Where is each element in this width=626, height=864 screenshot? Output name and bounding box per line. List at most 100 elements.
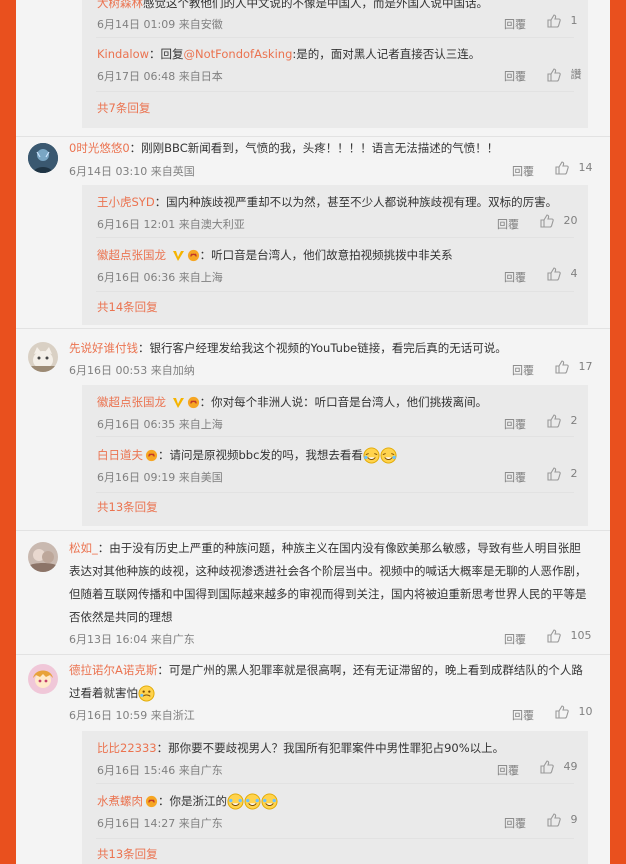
comment-time: 6月16日 10:59 来自浙江 — [69, 709, 195, 722]
like-count: 49 — [563, 760, 578, 773]
reply-text: ：那你要不要歧视男人？我国所有犯罪案件中男性罪犯占90%以上。 — [156, 741, 505, 755]
verified-v-icon — [172, 398, 184, 408]
reply-button[interactable]: 回覆 — [512, 163, 534, 179]
reply-user[interactable]: 比比22333 — [97, 741, 157, 755]
reply-box: 王小虎SYD：国内种族歧视严重却不以为然，甚至不少人都说种族歧视有理。双标的厉害… — [82, 185, 588, 325]
fan-badge-icon — [145, 449, 158, 462]
like-count: 105 — [570, 629, 592, 642]
like-count: 2 — [570, 467, 578, 480]
verified-v-icon — [172, 251, 184, 261]
reply-button[interactable]: 回覆 — [504, 469, 526, 485]
comment-user[interactable]: 0时光悠悠0 — [69, 141, 130, 155]
like-count: 14 — [578, 161, 593, 174]
thumb-up-icon — [547, 267, 561, 281]
reply-button[interactable]: 回覆 — [497, 216, 519, 232]
comment-user[interactable]: 松如_ — [69, 541, 98, 555]
reply-button[interactable]: 回覆 — [504, 416, 526, 432]
reply-button[interactable]: 回覆 — [504, 16, 526, 32]
thumb-up-icon — [540, 760, 554, 774]
like-button[interactable]: 105 — [547, 629, 592, 643]
like-button[interactable]: 2 — [547, 467, 578, 481]
comment-panel: 大树森林感觉这个教他们的人中文说的不像是中国人，而是外国人说中国话。 6月14日… — [16, 0, 610, 864]
reply-time: 6月14日 01:09 来自安徽 — [97, 18, 223, 31]
reply-user[interactable]: Kindalow — [97, 47, 149, 61]
avatar[interactable] — [28, 664, 58, 694]
reply-user[interactable]: 徽超点张国龙 — [97, 248, 166, 262]
reply-user[interactable]: 王小虎SYD — [97, 195, 155, 209]
avatar[interactable] — [28, 143, 58, 173]
reply-box: 比比22333：那你要不要歧视男人？我国所有犯罪案件中男性罪犯占90%以上。 6… — [82, 731, 588, 864]
comment-time: 6月13日 16:04 来自广东 — [69, 633, 195, 646]
reply-text: ：国内种族歧视严重却不以为然，甚至不少人都说种族歧视有理。双标的厉害。 — [154, 195, 558, 209]
comment-user[interactable]: 德拉诺尔A诺克斯 — [69, 663, 157, 677]
cry-laugh-emoji — [363, 447, 380, 464]
more-replies-link[interactable]: 共14条回复 — [97, 299, 158, 315]
more-replies-link[interactable]: 共13条回复 — [97, 499, 158, 515]
like-button[interactable]: 9 — [547, 813, 578, 827]
reply-box: 徽超点张国龙 ：你对每个非洲人说：听口音是台湾人，他们挑拨离间。 6月16日 0… — [82, 385, 588, 526]
reply-button[interactable]: 回覆 — [504, 269, 526, 285]
reply-time: 6月16日 06:36 来自上海 — [97, 271, 223, 284]
reply-text: :是的，面对黑人记者直接否认三连。 — [292, 47, 481, 61]
reply-text: ：你是浙江的 — [158, 794, 227, 808]
reply-button[interactable]: 回覆 — [504, 631, 526, 647]
reply-time: 6月16日 06:35 来自上海 — [97, 418, 223, 431]
reply-user[interactable]: 水煮螺肉 — [97, 794, 143, 808]
like-count: 4 — [570, 267, 578, 280]
like-button[interactable]: 1 — [547, 14, 578, 28]
reply-user[interactable]: 白日道夫 — [97, 448, 143, 462]
mention-link[interactable]: @NotFondofAsking — [184, 47, 293, 61]
like-count: 10 — [578, 705, 593, 718]
comment-text: ：刚刚BBC新闻看到，气愤的我，头疼！！！！语言无法描述的气愤！！ — [129, 141, 499, 155]
like-count: 20 — [563, 214, 578, 227]
thumb-up-icon — [547, 14, 561, 28]
reply-user[interactable]: 大树森林 — [97, 0, 143, 10]
comment-user[interactable]: 先说好谁付钱 — [69, 341, 138, 355]
avatar[interactable] — [28, 542, 58, 572]
reply-button[interactable]: 回覆 — [504, 68, 526, 84]
reply-button[interactable]: 回覆 — [497, 762, 519, 778]
avatar[interactable] — [28, 342, 58, 372]
reply-user[interactable]: 徽超点张国龙 — [97, 395, 166, 409]
comment-time: 6月16日 00:53 来自加纳 — [69, 364, 195, 377]
cry-laugh-emoji — [244, 793, 261, 810]
reply-text: ：请问是原视频bbc发的吗，我想去看看 — [158, 448, 363, 462]
thumb-up-icon — [555, 360, 569, 374]
like-count: 9 — [570, 813, 578, 826]
like-button[interactable]: 20 — [540, 214, 578, 228]
cry-laugh-emoji — [261, 793, 278, 810]
reply-button[interactable]: 回覆 — [512, 362, 534, 378]
like-button[interactable]: 2 — [547, 414, 578, 428]
like-count: 17 — [578, 360, 593, 373]
like-button[interactable]: 49 — [540, 760, 578, 774]
fan-badge-icon — [187, 396, 199, 409]
thumb-up-icon — [547, 467, 561, 481]
fan-badge-icon — [187, 249, 199, 262]
reply-time: 6月16日 14:27 来自广东 — [97, 817, 223, 830]
reply-time: 6月16日 09:19 来自美国 — [97, 471, 223, 484]
like-count: 2 — [570, 414, 578, 427]
cry-laugh-emoji — [227, 793, 244, 810]
reply-text: ：听口音是台湾人，他们故意拍视频挑拨中非关系 — [199, 248, 453, 262]
reply-button[interactable]: 回覆 — [504, 815, 526, 831]
like-button[interactable]: 4 — [547, 267, 578, 281]
reply-button[interactable]: 回覆 — [512, 707, 534, 723]
like-count: 讚 — [570, 68, 582, 81]
like-button[interactable]: 讚 — [547, 66, 582, 82]
thumb-up-icon — [547, 68, 561, 82]
more-replies-link[interactable]: 共7条回复 — [97, 100, 150, 116]
like-button[interactable]: 14 — [555, 161, 593, 175]
thumb-up-icon — [555, 705, 569, 719]
reply-time: 6月16日 15:46 来自广东 — [97, 764, 223, 777]
like-button[interactable]: 17 — [555, 360, 593, 374]
reply-text: ：你对每个非洲人说：听口音是台湾人，他们挑拨离间。 — [199, 395, 488, 409]
cry-laugh-emoji — [138, 685, 155, 702]
thumb-up-icon — [547, 629, 561, 643]
like-button[interactable]: 10 — [555, 705, 593, 719]
more-replies-link[interactable]: 共13条回复 — [97, 846, 158, 862]
thumb-up-icon — [540, 214, 554, 228]
comment-text: ：由于没有历史上严重的种族问题，种族主义在国内没有像欧美那么敏感，导致有些人明目… — [69, 541, 587, 624]
like-count: 1 — [570, 14, 578, 27]
reply-time: 6月17日 06:48 来自日本 — [97, 70, 223, 83]
comment-time: 6月14日 03:10 来自英国 — [69, 165, 195, 178]
